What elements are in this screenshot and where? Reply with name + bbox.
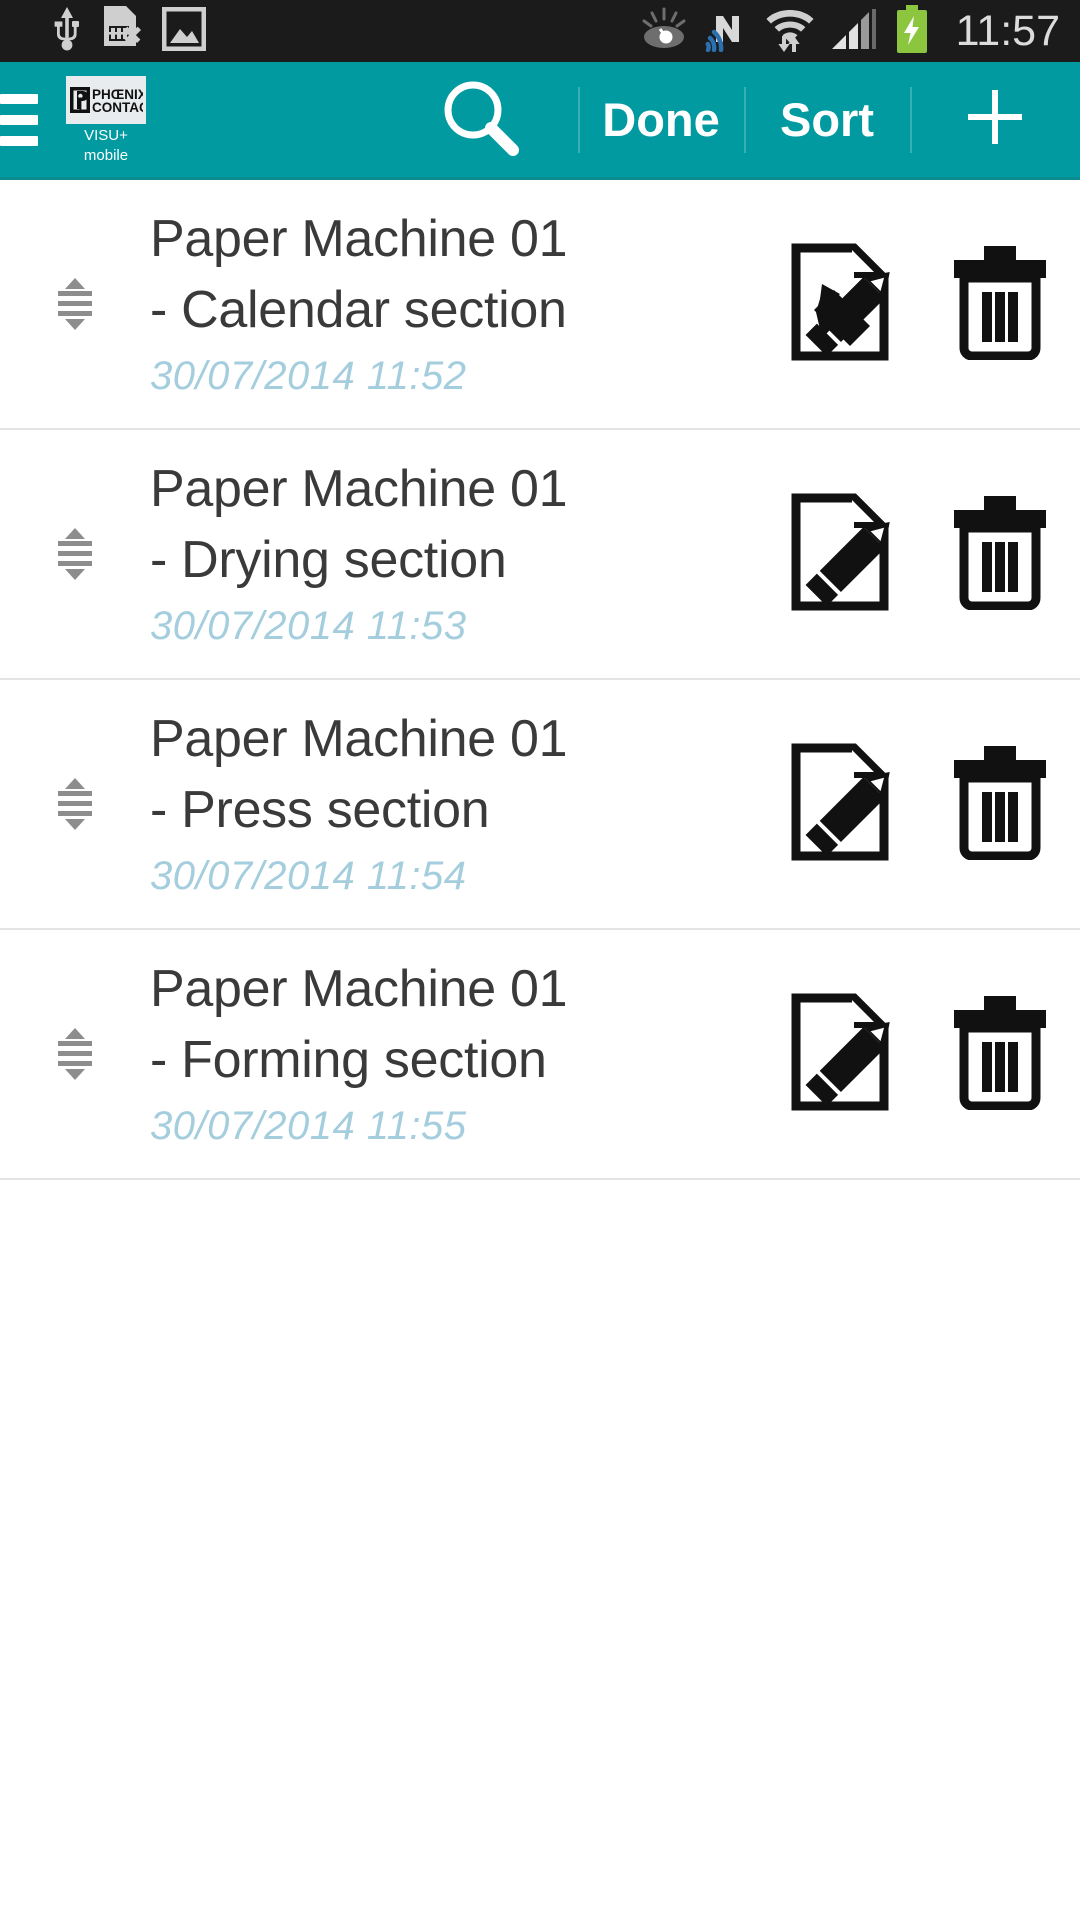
edit-button[interactable] bbox=[760, 679, 920, 929]
row-actions bbox=[760, 929, 1080, 1179]
add-button[interactable] bbox=[910, 61, 1080, 179]
status-bar: 11:57 bbox=[0, 0, 1080, 62]
sim-card-missing-icon bbox=[102, 5, 142, 57]
plus-icon bbox=[962, 84, 1028, 155]
row-timestamp: 30/07/2014 11:55 bbox=[150, 1104, 467, 1148]
row-title-line2: - Press section bbox=[150, 781, 490, 839]
drag-handle-icon[interactable] bbox=[0, 274, 150, 334]
smart-stay-eye-icon bbox=[640, 7, 688, 56]
row-title-line2: - Calendar section bbox=[150, 281, 567, 339]
phoenix-contact-logo: PHŒNIX CONTACT bbox=[66, 75, 146, 124]
done-button-label: Done bbox=[602, 93, 720, 146]
row-actions bbox=[760, 429, 1080, 679]
row-title-line1: Paper Machine 01 bbox=[150, 210, 568, 268]
row-text-block: Paper Machine 01 - Forming section 30/07… bbox=[150, 954, 760, 1154]
delete-button[interactable] bbox=[920, 179, 1080, 429]
trash-icon bbox=[948, 494, 1052, 615]
row-actions bbox=[760, 179, 1080, 429]
edit-button[interactable] bbox=[760, 429, 920, 679]
hamburger-menu-icon[interactable] bbox=[0, 93, 40, 146]
delete-button[interactable] bbox=[920, 429, 1080, 679]
delete-button[interactable] bbox=[920, 929, 1080, 1179]
row-title-line2: - Drying section bbox=[150, 531, 507, 589]
image-icon bbox=[161, 6, 207, 56]
nfc-icon bbox=[704, 6, 750, 57]
search-button[interactable] bbox=[382, 61, 578, 179]
trash-icon bbox=[948, 244, 1052, 365]
row-text-block: Paper Machine 01 - Drying section 30/07/… bbox=[150, 454, 760, 654]
document-edit-icon bbox=[788, 742, 892, 867]
delete-button[interactable] bbox=[920, 679, 1080, 929]
brand-subtitle-line2: mobile bbox=[83, 146, 129, 164]
screens-list: Paper Machine 01 - Calendar section 30/0… bbox=[0, 180, 1080, 1780]
sort-button-label: Sort bbox=[780, 93, 874, 146]
app-bar-actions: Done Sort bbox=[382, 61, 1080, 179]
row-timestamp: 30/07/2014 11:54 bbox=[150, 854, 467, 898]
usb-icon bbox=[52, 6, 82, 56]
wifi-icon bbox=[766, 6, 814, 57]
document-edit-icon bbox=[788, 242, 892, 367]
row-timestamp: 30/07/2014 11:53 bbox=[150, 604, 467, 648]
table-row[interactable]: Paper Machine 01 - Drying section 30/07/… bbox=[0, 430, 1080, 680]
drag-handle-icon[interactable] bbox=[0, 774, 150, 834]
row-actions bbox=[760, 679, 1080, 929]
edit-button[interactable] bbox=[760, 179, 920, 429]
drag-handle-icon[interactable] bbox=[0, 1024, 150, 1084]
table-row[interactable]: Paper Machine 01 - Press section 30/07/2… bbox=[0, 680, 1080, 930]
row-text-block: Paper Machine 01 - Calendar section 30/0… bbox=[150, 204, 760, 404]
document-edit-icon bbox=[788, 992, 892, 1117]
table-row[interactable]: Paper Machine 01 - Calendar section 30/0… bbox=[0, 180, 1080, 430]
row-title-line1: Paper Machine 01 bbox=[150, 710, 568, 768]
document-edit-icon bbox=[788, 492, 892, 617]
status-bar-right-icons: 11:57 bbox=[640, 0, 1060, 62]
done-button[interactable]: Done bbox=[578, 61, 744, 179]
list-empty-space bbox=[0, 1180, 1080, 1780]
row-text-block: Paper Machine 01 - Press section 30/07/2… bbox=[150, 704, 760, 904]
svg-text:CONTACT: CONTACT bbox=[92, 100, 143, 115]
sort-button[interactable]: Sort bbox=[744, 61, 910, 179]
row-title-line1: Paper Machine 01 bbox=[150, 460, 568, 518]
row-title-line2: - Forming section bbox=[150, 1031, 547, 1089]
edit-button[interactable] bbox=[760, 929, 920, 1179]
status-bar-clock: 11:57 bbox=[955, 7, 1060, 55]
trash-icon bbox=[948, 744, 1052, 865]
drag-handle-icon[interactable] bbox=[0, 524, 150, 584]
trash-icon bbox=[948, 994, 1052, 1115]
row-timestamp: 30/07/2014 11:52 bbox=[150, 354, 467, 398]
app-brand: PHŒNIX CONTACT VISU+ mobile bbox=[54, 75, 158, 164]
search-icon bbox=[437, 74, 523, 165]
status-bar-left-icons bbox=[52, 5, 207, 57]
table-row[interactable]: Paper Machine 01 - Forming section 30/07… bbox=[0, 930, 1080, 1180]
row-title-line1: Paper Machine 01 bbox=[150, 960, 568, 1018]
app-screen: 11:57 PHŒNIX CONTACT VISU+ mobile bbox=[0, 0, 1080, 1920]
signal-bars-icon bbox=[830, 7, 878, 56]
app-bar: PHŒNIX CONTACT VISU+ mobile Done bbox=[0, 62, 1080, 180]
battery-charging-icon bbox=[894, 4, 930, 58]
brand-subtitle-line1: VISU+ bbox=[84, 126, 128, 144]
